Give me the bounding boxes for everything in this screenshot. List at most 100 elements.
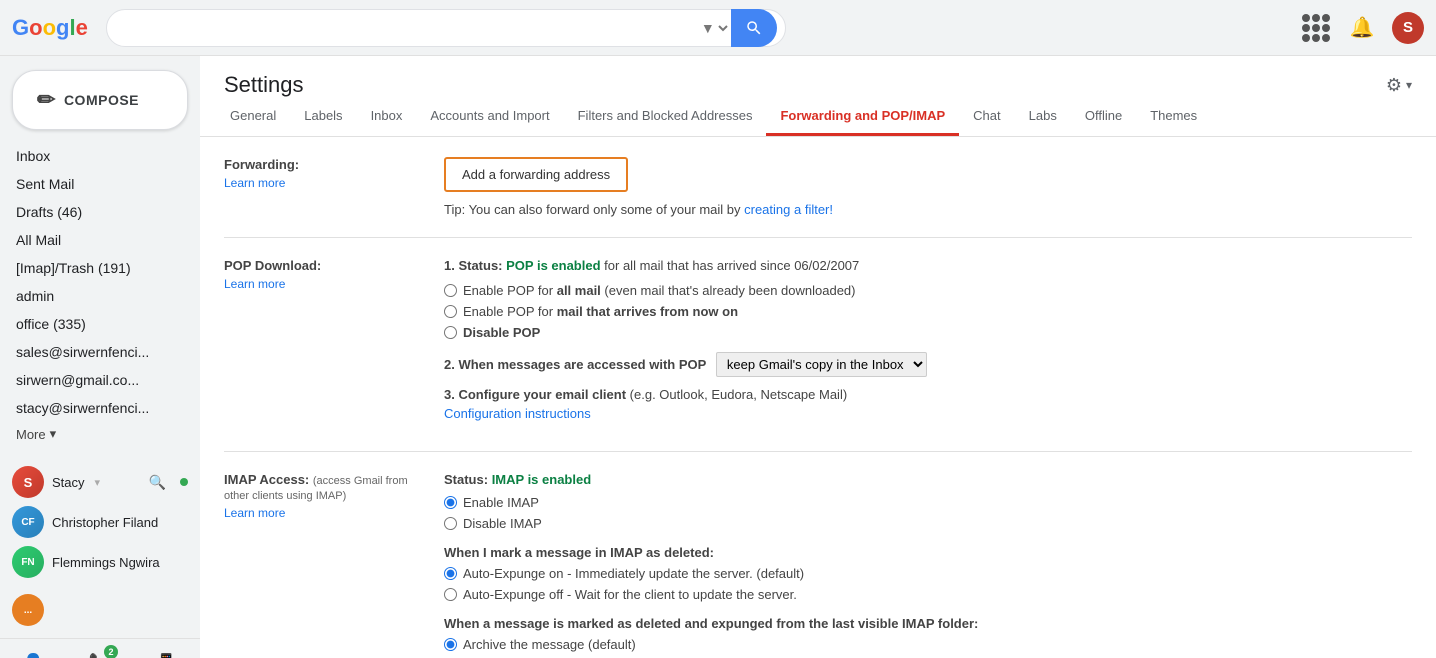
add-forwarding-address-button[interactable]: Add a forwarding address — [444, 157, 628, 192]
tab-labs[interactable]: Labs — [1015, 98, 1071, 136]
mobile-icon-button[interactable]: 📱 — [151, 647, 183, 658]
imap-auto-expunge-off-item[interactable]: Auto-Expunge off - Wait for the client t… — [444, 587, 1412, 602]
imap-deleted-radio-group: Auto-Expunge on - Immediately update the… — [444, 566, 1412, 602]
contact-row-christopher[interactable]: CF Christopher Filand — [0, 502, 200, 542]
imap-auto-expunge-on-item[interactable]: Auto-Expunge on - Immediately update the… — [444, 566, 1412, 581]
pop-new-radio-item[interactable]: Enable POP for mail that arrives from no… — [444, 304, 1412, 319]
more-link[interactable]: More ▾ — [0, 422, 200, 446]
contact-name-stacy: Stacy — [52, 475, 85, 490]
phone-badge-button[interactable]: 📞 2 — [84, 647, 116, 658]
more-chevron-icon: ▾ — [50, 426, 57, 442]
sidebar-item-sent[interactable]: Sent Mail — [0, 170, 184, 198]
pop-when-label: 2. When messages are accessed with POP — [444, 357, 706, 372]
stacy-dropdown-icon: ▾ — [95, 476, 101, 489]
compose-label: COMPOSE — [64, 92, 139, 108]
pop-disable-radio[interactable] — [444, 326, 457, 339]
imap-archive-label: Archive the message (default) — [463, 637, 636, 652]
pop-when-select[interactable]: keep Gmail's copy in the Inbox archive G… — [716, 352, 927, 377]
imap-archive-radio[interactable] — [444, 638, 457, 651]
imap-status-prefix: Status: — [444, 472, 488, 487]
tab-forwarding[interactable]: Forwarding and POP/IMAP — [766, 98, 959, 136]
settings-tabs: General Labels Inbox Accounts and Import… — [200, 98, 1436, 137]
pop-all-radio[interactable] — [444, 284, 457, 297]
compose-plus-icon: ✏ — [37, 87, 56, 113]
flemmings-avatar-initial: FN — [21, 557, 34, 568]
forwarding-learn-more[interactable]: Learn more — [224, 176, 424, 190]
settings-gear-button[interactable]: ⚙ ▾ — [1386, 75, 1412, 96]
pop-configure-row: 3. Configure your email client (e.g. Out… — [444, 387, 1412, 421]
creating-filter-link[interactable]: creating a filter! — [744, 202, 833, 217]
pop-disable-radio-item[interactable]: Disable POP — [444, 325, 1412, 340]
tab-general[interactable]: General — [216, 98, 290, 136]
account-avatar[interactable]: S — [1392, 12, 1424, 44]
pop-all-radio-item[interactable]: Enable POP for all mail (even mail that'… — [444, 283, 1412, 298]
tab-offline[interactable]: Offline — [1071, 98, 1136, 136]
search-bar: ▼ — [106, 9, 786, 47]
main-layout: ✏ COMPOSE Inbox Sent Mail Drafts (46) Al… — [0, 56, 1436, 658]
sirwern-label: sirwern@gmail.co... — [16, 372, 139, 388]
configuration-instructions-link[interactable]: Configuration instructions — [444, 406, 1412, 421]
apps-icon-button[interactable] — [1300, 12, 1332, 44]
sidebar-item-stacy[interactable]: stacy@sirwernfenci... — [0, 394, 184, 422]
tab-chat[interactable]: Chat — [959, 98, 1014, 136]
bell-icon: 🔔 — [1350, 15, 1375, 40]
stacy-online-status — [180, 478, 188, 486]
sidebar-item-admin[interactable]: admin — [0, 282, 184, 310]
imap-label: IMAP Access: (access Gmail from other cl… — [224, 472, 444, 658]
sidebar-bottom-icons: 👤 📞 2 📱 — [0, 638, 200, 658]
gear-dropdown-icon: ▾ — [1406, 78, 1412, 92]
pop-status-label: 1. Status: — [444, 258, 506, 273]
settings-header: Settings ⚙ ▾ — [200, 56, 1436, 98]
sidebar-item-inbox[interactable]: Inbox — [0, 142, 184, 170]
compose-button[interactable]: ✏ COMPOSE — [12, 70, 188, 130]
sidebar-item-sales[interactable]: sales@sirwernfenci... — [0, 338, 184, 366]
sales-label: sales@sirwernfenci... — [16, 344, 149, 360]
pop-new-radio[interactable] — [444, 305, 457, 318]
sidebar-item-office[interactable]: office (335) — [0, 310, 184, 338]
more-label: More — [16, 427, 46, 442]
imap-disable-radio[interactable] — [444, 517, 457, 530]
tab-labels[interactable]: Labels — [290, 98, 356, 136]
pop-configure-label: 3. Configure your email client — [444, 387, 626, 402]
tab-themes[interactable]: Themes — [1136, 98, 1211, 136]
contact-name-christopher: Christopher Filand — [52, 515, 158, 530]
gear-icon: ⚙ — [1386, 75, 1402, 96]
sidebar-item-drafts[interactable]: Drafts (46) — [0, 198, 184, 226]
tab-accounts[interactable]: Accounts and Import — [416, 98, 563, 136]
pop-disable-label: Disable POP — [463, 325, 540, 340]
search-input[interactable] — [115, 19, 697, 37]
imap-disable-label: Disable IMAP — [463, 516, 542, 531]
imap-auto-expunge-off-radio[interactable] — [444, 588, 457, 601]
search-button[interactable] — [731, 9, 777, 47]
pop-status-value: POP is enabled — [506, 258, 600, 273]
contact-row-stacy[interactable]: S Stacy ▾ 🔍 — [0, 462, 200, 502]
imap-auto-expunge-on-radio[interactable] — [444, 567, 457, 580]
imap-enable-radio-item[interactable]: Enable IMAP — [444, 495, 1412, 510]
stacy-label: stacy@sirwernfenci... — [16, 400, 149, 416]
contact-row-extra[interactable]: ... — [0, 590, 200, 630]
notification-bell-button[interactable]: 🔔 — [1346, 12, 1378, 44]
imap-disable-radio-item[interactable]: Disable IMAP — [444, 516, 1412, 531]
christopher-avatar-initial: CF — [21, 517, 34, 528]
person-icon-button[interactable]: 👤 — [17, 647, 49, 658]
pop-status-row: 1. Status: POP is enabled for all mail t… — [444, 258, 1412, 273]
imap-label-text: IMAP Access: — [224, 472, 309, 487]
sidebar-item-trash[interactable]: [Imap]/Trash (191) — [0, 254, 184, 282]
imap-enable-radio[interactable] — [444, 496, 457, 509]
google-logo: Google — [12, 15, 88, 41]
imap-content: Status: IMAP is enabled Enable IMAP Disa… — [444, 472, 1412, 658]
search-contacts-icon[interactable]: 🔍 — [149, 474, 166, 491]
sidebar-item-sirwern[interactable]: sirwern@gmail.co... — [0, 366, 184, 394]
tab-inbox[interactable]: Inbox — [357, 98, 417, 136]
contact-avatar-flemmings: FN — [12, 546, 44, 578]
imap-expunged-title: When a message is marked as deleted and … — [444, 616, 1412, 631]
search-dropdown[interactable]: ▼ — [697, 19, 731, 37]
imap-learn-more[interactable]: Learn more — [224, 506, 424, 520]
tab-filters[interactable]: Filters and Blocked Addresses — [564, 98, 767, 136]
pop-learn-more[interactable]: Learn more — [224, 277, 424, 291]
contact-row-flemmings[interactable]: FN Flemmings Ngwira — [0, 542, 200, 582]
sidebar-item-all-mail[interactable]: All Mail — [0, 226, 184, 254]
imap-archive-item[interactable]: Archive the message (default) — [444, 637, 1412, 652]
forwarding-section: Forwarding: Learn more Add a forwarding … — [224, 137, 1412, 238]
pop-status-suffix: for all mail that has arrived since 06/0… — [604, 258, 859, 273]
